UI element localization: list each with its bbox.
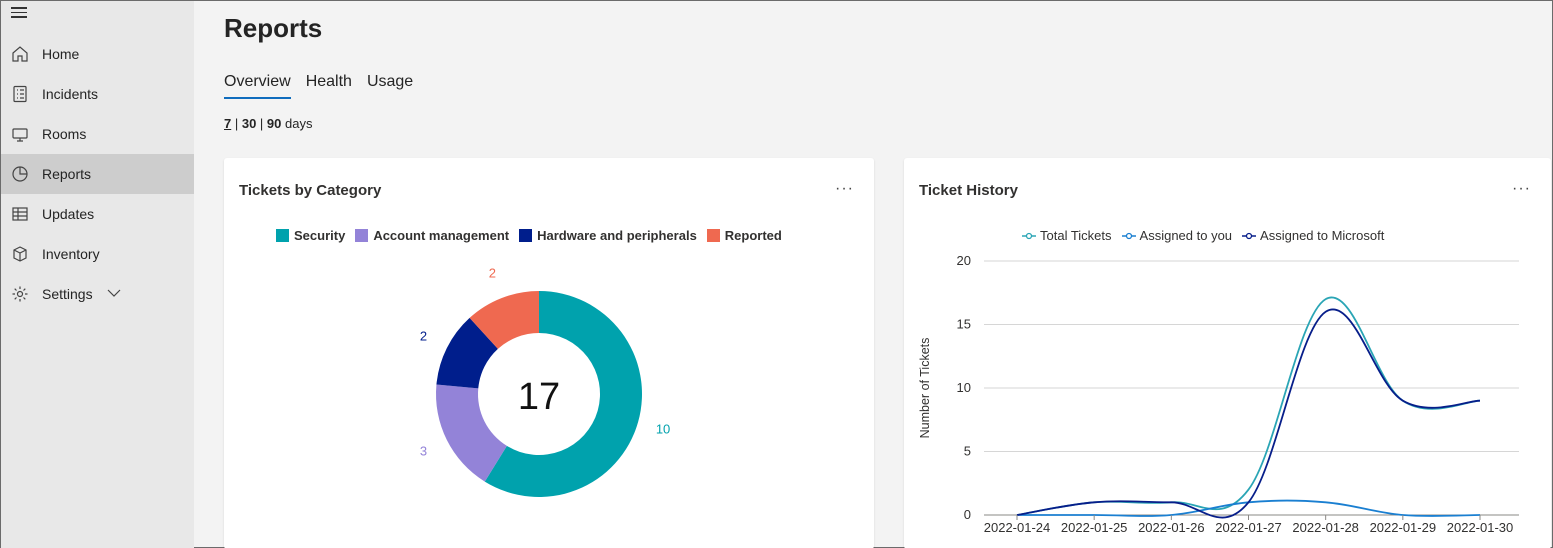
box-icon (10, 244, 30, 264)
y-axis-label: Number of Tickets (918, 338, 932, 439)
x-tick-label: 2022-01-29 (1370, 520, 1437, 535)
sidebar-item-label: Incidents (42, 86, 99, 102)
sidebar-item-label: Inventory (42, 246, 100, 262)
range-option-90[interactable]: 90 (267, 116, 281, 131)
chevron-down-icon[interactable] (107, 285, 121, 303)
hamburger-menu-icon[interactable] (11, 7, 29, 21)
sidebar-item-updates[interactable]: Updates (1, 194, 194, 234)
monitor-icon (10, 124, 30, 144)
page-title: Reports (224, 13, 323, 43)
sidebar-item-reports[interactable]: Reports (1, 154, 194, 194)
date-range-selector: 7 | 30 | 90 days (224, 116, 312, 131)
sidebar-item-settings[interactable]: Settings (1, 274, 194, 314)
sidebar-item-home[interactable]: Home (1, 34, 194, 74)
donut-data-label: 10 (656, 421, 670, 436)
x-tick-label: 2022-01-28 (1292, 520, 1359, 535)
sidebar-item-label: Settings (42, 286, 93, 302)
table-icon (10, 204, 30, 224)
range-suffix: days (281, 116, 313, 131)
donut-data-label: 3 (420, 444, 427, 459)
x-tick-label: 2022-01-24 (984, 520, 1051, 535)
sidebar: Home Incidents Rooms Reports Updates Inv… (1, 1, 194, 548)
tab-overview[interactable]: Overview (224, 73, 291, 99)
donut-center-total: 17 (518, 376, 560, 418)
home-icon (10, 44, 30, 64)
gear-icon (10, 284, 30, 304)
tab-usage[interactable]: Usage (367, 73, 413, 99)
sidebar-item-label: Updates (42, 206, 95, 222)
tab-bar: Overview Health Usage (224, 73, 428, 101)
ticket-history-card: Ticket History ··· Total Tickets Assigne… (904, 158, 1551, 548)
x-tick-label: 2022-01-27 (1215, 520, 1282, 535)
donut-data-label: 2 (489, 266, 496, 281)
series-line-assigned-to-microsoft[interactable] (1016, 308, 1481, 519)
range-separator: | (256, 116, 267, 131)
tab-health[interactable]: Health (306, 73, 352, 99)
pie-chart-icon (10, 164, 30, 184)
sidebar-item-label: Home (42, 46, 80, 62)
x-tick-label: 2022-01-30 (1447, 520, 1514, 535)
sidebar-item-rooms[interactable]: Rooms (1, 114, 194, 154)
y-tick-label: 10 (957, 380, 971, 395)
y-tick-label: 20 (957, 253, 971, 268)
donut-data-label: 2 (420, 328, 427, 343)
range-option-30[interactable]: 30 (242, 116, 256, 131)
y-tick-label: 5 (964, 444, 971, 459)
clipboard-list-icon (10, 84, 30, 104)
x-tick-label: 2022-01-26 (1138, 520, 1205, 535)
sidebar-item-label: Rooms (42, 126, 87, 142)
series-line-total-tickets[interactable] (1016, 296, 1481, 516)
tickets-by-category-card: Tickets by Category ··· Security Account… (224, 158, 874, 548)
sidebar-item-inventory[interactable]: Inventory (1, 234, 194, 274)
x-tick-label: 2022-01-25 (1061, 520, 1128, 535)
y-tick-label: 15 (957, 317, 971, 332)
y-tick-label: 0 (964, 507, 971, 522)
line-chart: 2022-01-24 2022-01-25 2022-01-26 2022-01-27… (918, 253, 1519, 535)
sidebar-item-incidents[interactable]: Incidents (1, 74, 194, 114)
range-separator: | (231, 116, 242, 131)
sidebar-item-label: Reports (42, 166, 92, 182)
donut-chart: 10 3 2 2 17 (420, 266, 670, 497)
